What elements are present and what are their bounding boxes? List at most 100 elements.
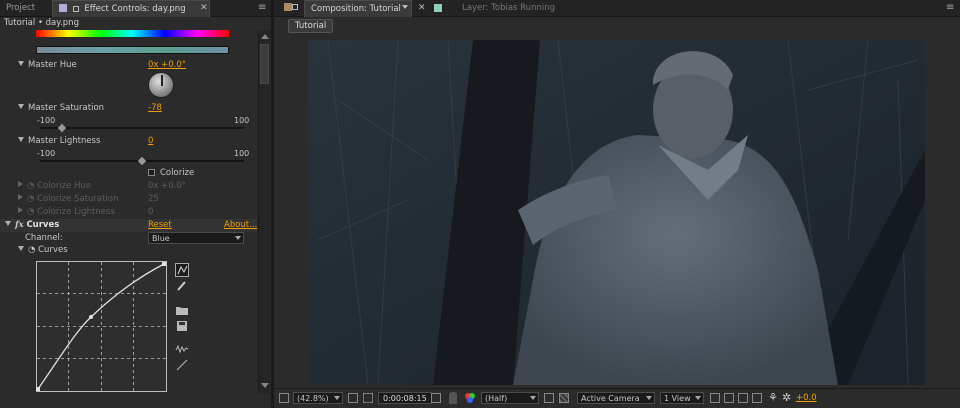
comp-navigator-button[interactable]: Tutorial xyxy=(288,19,334,33)
fast-previews-icon[interactable] xyxy=(724,393,734,403)
tab-composition[interactable]: Composition: Tutorial xyxy=(304,0,412,17)
zoom-value: (42.8%) xyxy=(297,394,329,403)
exposure-icon[interactable]: ✲ xyxy=(782,391,791,404)
chevron-down-icon[interactable] xyxy=(402,5,408,9)
curves-graph-row: ◔ Curves xyxy=(18,245,68,255)
left-tab-bar: Project Effect Controls: day.png ✕ ≡ xyxy=(0,0,271,17)
reset-curve-icon[interactable] xyxy=(175,358,189,372)
curve-point-white[interactable] xyxy=(162,262,166,266)
master-hue-value[interactable]: 0x +0.0° xyxy=(148,60,186,70)
chevron-down-icon xyxy=(695,396,701,400)
saturation-min-label: -100 xyxy=(37,116,56,125)
colorize-saturation-value: 25 xyxy=(148,194,159,204)
region-of-interest-icon[interactable] xyxy=(544,393,554,403)
master-saturation-label: Master Saturation xyxy=(28,103,105,113)
stopwatch-icon[interactable]: ◔ xyxy=(27,207,34,217)
scroll-up-icon[interactable] xyxy=(261,34,269,39)
stopwatch-icon[interactable]: ◔ xyxy=(27,181,34,191)
curves-graph[interactable] xyxy=(36,261,167,392)
effect-controls-scrollbar[interactable] xyxy=(258,30,270,394)
saturation-max-label: 100 xyxy=(234,116,250,125)
open-folder-icon[interactable] xyxy=(175,303,189,317)
save-icon[interactable] xyxy=(175,319,189,333)
timeline-icon[interactable] xyxy=(738,393,748,403)
always-preview-icon[interactable] xyxy=(279,393,289,403)
current-time-display[interactable]: 0:00:08:15 xyxy=(378,392,432,404)
smooth-icon[interactable] xyxy=(175,342,189,356)
reset-link[interactable]: Reset xyxy=(148,220,172,230)
stopwatch-icon[interactable]: ◔ xyxy=(27,194,34,204)
tab-composition-label: Composition: Tutorial xyxy=(311,4,401,14)
colorize-hue-label: Colorize Hue xyxy=(37,181,92,191)
colorize-lightness-value: 0 xyxy=(148,207,154,217)
collapsed-triangle-icon[interactable] xyxy=(18,181,23,187)
master-hue-label: Master Hue xyxy=(28,60,77,70)
saturation-slider-thumb[interactable] xyxy=(58,123,67,133)
close-icon[interactable]: ✕ xyxy=(418,3,426,13)
curve-point-black[interactable] xyxy=(36,387,40,391)
expand-triangle-icon[interactable] xyxy=(18,246,24,251)
lightness-slider-thumb[interactable] xyxy=(137,156,147,166)
master-lightness-value[interactable]: 0 xyxy=(148,136,153,146)
close-icon[interactable]: ✕ xyxy=(200,3,208,13)
about-link[interactable]: About... xyxy=(224,220,257,230)
mask-visibility-icon[interactable] xyxy=(363,393,373,403)
show-snapshot-icon[interactable] xyxy=(449,392,457,404)
colorize-checkbox[interactable] xyxy=(148,169,155,176)
resolution-dropdown[interactable]: (Half) xyxy=(481,392,539,404)
toggle-pixel-aspect-icon[interactable] xyxy=(710,393,720,403)
channel-dropdown[interactable]: Blue xyxy=(148,232,244,244)
saturation-slider-track[interactable] xyxy=(40,127,244,129)
curves-title: Curves xyxy=(26,220,60,230)
tab-project[interactable]: Project xyxy=(0,0,48,17)
camera-dropdown[interactable]: Active Camera xyxy=(577,392,655,404)
resolution-value: (Half) xyxy=(485,394,508,403)
hue-dial[interactable] xyxy=(148,72,174,98)
expand-triangle-icon[interactable] xyxy=(18,137,24,142)
zoom-dropdown[interactable]: (42.8%) xyxy=(293,392,343,404)
hue-spectrum-bar xyxy=(36,30,229,37)
expand-triangle-icon[interactable] xyxy=(18,61,24,66)
exposure-value[interactable]: +0.0 xyxy=(796,393,817,403)
curve-point-mid[interactable] xyxy=(89,315,93,319)
chevron-down-icon xyxy=(235,236,241,240)
colorize-hue-row: ◔ Colorize Hue xyxy=(18,180,275,193)
lock-icon[interactable] xyxy=(292,4,298,10)
output-spectrum-bar xyxy=(36,46,229,54)
panel-menu-icon[interactable]: ≡ xyxy=(258,2,266,13)
master-saturation-row: Master Saturation xyxy=(18,102,275,115)
footage-frame xyxy=(308,40,925,385)
tab-layer-label: Layer: Tobias Running xyxy=(462,3,555,13)
expand-triangle-icon[interactable] xyxy=(18,104,24,109)
snapshot-icon[interactable] xyxy=(431,393,441,403)
bezier-tool-icon[interactable] xyxy=(175,263,189,277)
master-lightness-label: Master Lightness xyxy=(28,136,101,146)
scrollbar-thumb[interactable] xyxy=(260,44,269,84)
safe-margins-icon[interactable] xyxy=(348,393,358,403)
tab-effect-controls[interactable]: Effect Controls: day.png xyxy=(52,0,210,17)
master-saturation-value[interactable]: -78 xyxy=(148,103,162,113)
composition-viewer[interactable] xyxy=(308,40,925,385)
panel-color-icon xyxy=(284,3,292,11)
expand-triangle-icon[interactable] xyxy=(5,221,11,226)
fx-icon[interactable]: fx xyxy=(15,220,24,230)
stopwatch-icon[interactable]: ◔ xyxy=(28,245,35,255)
panel-menu-icon[interactable]: ≡ xyxy=(946,2,954,13)
lock-icon[interactable] xyxy=(72,6,79,12)
colorize-label: Colorize xyxy=(160,168,195,178)
camera-value: Active Camera xyxy=(581,394,640,403)
colorize-lightness-row: ◔ Colorize Lightness xyxy=(18,206,275,219)
view-layout-dropdown[interactable]: 1 View xyxy=(660,392,704,404)
flowchart-icon[interactable]: ⚘ xyxy=(768,391,778,404)
channel-icon[interactable] xyxy=(464,392,476,404)
comp-flowchart-icon[interactable] xyxy=(752,393,762,403)
transparency-grid-icon[interactable] xyxy=(559,393,569,403)
channel-label: Channel: xyxy=(25,233,63,243)
effect-controls-panel: Project Effect Controls: day.png ✕ ≡ Tut… xyxy=(0,0,271,408)
chevron-down-icon xyxy=(530,396,536,400)
collapsed-triangle-icon[interactable] xyxy=(18,194,23,200)
scroll-down-icon[interactable] xyxy=(261,383,269,388)
collapsed-triangle-icon[interactable] xyxy=(18,207,23,213)
tab-layer[interactable]: Layer: Tobias Running xyxy=(456,0,576,17)
pencil-tool-icon[interactable] xyxy=(175,279,189,293)
